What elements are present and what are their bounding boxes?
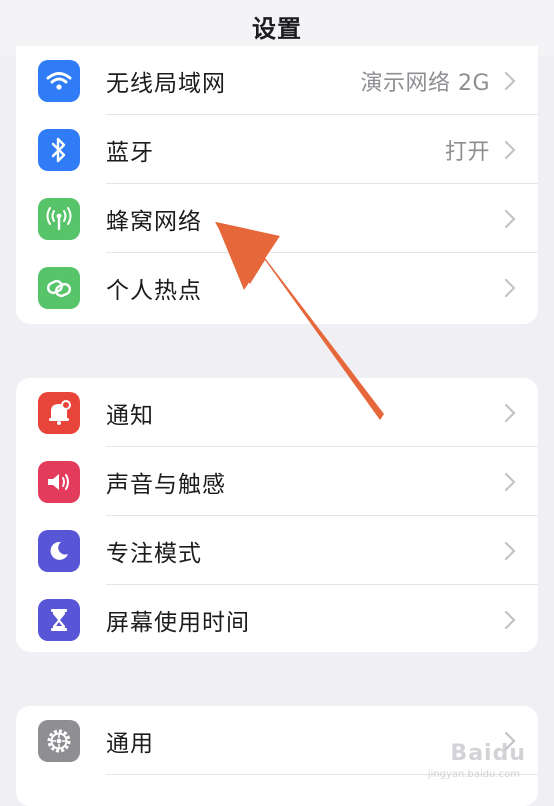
settings-row-bluetooth[interactable]: 蓝牙 打开 [16,115,538,184]
settings-row-notifications[interactable]: 通知 [16,378,538,447]
chevron-right-icon [504,209,516,228]
notification-bell-icon [38,391,80,434]
settings-row-value: 打开 [444,139,490,165]
connectivity-group: 无线局域网 演示网络 2G 蓝牙 打开 蜂窝网络 个人热点 [16,46,538,324]
settings-row-label: 蜂窝网络 [106,208,202,235]
bluetooth-icon [38,128,80,171]
chevron-right-icon [504,71,516,90]
settings-row-label: 声音与触感 [106,471,226,498]
chevron-right-icon [504,140,516,159]
chevron-right-icon [504,541,516,560]
chevron-right-icon [504,403,516,422]
settings-row-cellular[interactable]: 蜂窝网络 [16,184,538,253]
settings-row-label: 无线局域网 [106,70,226,97]
settings-row-label: 屏幕使用时间 [106,609,250,636]
hourglass-icon [38,598,80,641]
watermark-url: jingyan.baidu.com [427,769,520,780]
settings-row-hotspot[interactable]: 个人热点 [16,253,538,322]
settings-row-value: 演示网络 2G [360,70,490,96]
wifi-icon [38,59,80,102]
chevron-right-icon [504,610,516,629]
notifications-group: 通知 声音与触感 专注模式 屏幕使用时间 [16,378,538,652]
settings-row-label: 个人热点 [106,277,202,304]
gear-icon [38,719,80,762]
settings-row-label: 专注模式 [106,540,202,567]
settings-row-label: 蓝牙 [106,139,154,166]
settings-row-label: 通用 [106,730,154,757]
watermark-logo: Baidu [450,741,526,766]
settings-row-screen-time[interactable]: 屏幕使用时间 [16,585,538,652]
chevron-right-icon [504,472,516,491]
chevron-right-icon [504,278,516,297]
moon-icon [38,529,80,572]
settings-row-wifi[interactable]: 无线局域网 演示网络 2G [16,46,538,115]
settings-row-sounds[interactable]: 声音与触感 [16,447,538,516]
settings-row-focus[interactable]: 专注模式 [16,516,538,585]
settings-row-label: 通知 [106,402,154,429]
cellular-antenna-icon [38,197,80,240]
hotspot-link-icon [38,266,80,309]
speaker-icon [38,460,80,503]
page-title: 设置 [252,14,302,43]
